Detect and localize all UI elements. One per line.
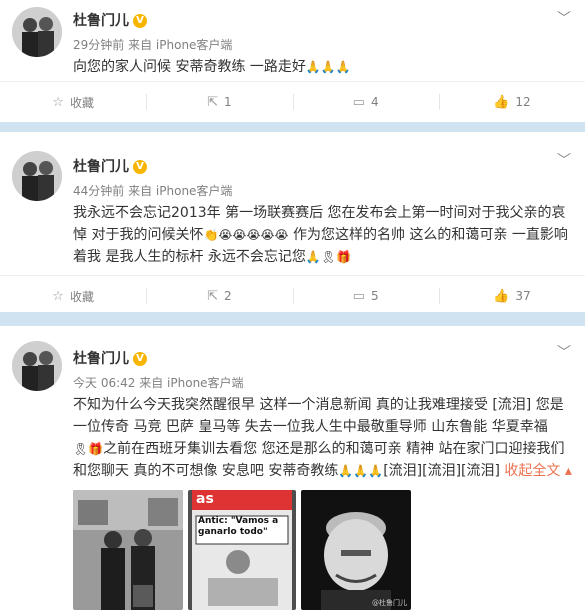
- post-time[interactable]: 29分钟前: [73, 38, 124, 52]
- newspaper-headline: Antic: "Vamos a ganarlo todo": [198, 516, 279, 537]
- repost-icon: ⇱: [207, 288, 218, 304]
- collapse-arrow-icon[interactable]: ▴: [560, 463, 572, 479]
- image-watermark: @杜鲁门儿: [372, 599, 407, 607]
- post-meta: 44分钟前 来自 iPhone客户端: [73, 182, 232, 199]
- avatar[interactable]: [12, 341, 62, 391]
- separator: [0, 122, 585, 132]
- post-source: 来自 iPhone客户端: [139, 376, 244, 390]
- post-image-2[interactable]: as Antic: "Vamos a ganarlo todo": [188, 490, 296, 610]
- verified-icon: V: [133, 352, 147, 366]
- emoji-icons-2: 🙏🎗🎁: [305, 250, 352, 264]
- post-2: 杜鲁门儿 V 44分钟前 来自 iPhone客户端 ﹀ 我永远不会忘记2013年 …: [0, 132, 585, 312]
- like-button[interactable]: 👍 12: [438, 82, 585, 122]
- post-time[interactable]: 44分钟前: [73, 184, 124, 198]
- action-bar: ☆ 收藏 ⇱ 2 ▭ 5 👍 37: [0, 275, 585, 316]
- newspaper-masthead: as: [196, 491, 214, 507]
- post-time[interactable]: 今天 06:42: [73, 376, 135, 390]
- thumbs-up-icon: 👍: [493, 288, 510, 304]
- comment-button[interactable]: ▭ 4: [292, 82, 439, 122]
- emoji-icons: 👏😭😭😭😭😭: [203, 228, 289, 242]
- pray-emoji-icon: 🙏🙏🙏: [305, 60, 351, 74]
- comment-icon: ▭: [352, 288, 365, 304]
- star-icon: ☆: [52, 94, 64, 110]
- author-name[interactable]: 杜鲁门儿 V: [73, 156, 147, 176]
- post-meta: 29分钟前 来自 iPhone客户端: [73, 36, 232, 53]
- post-image-1[interactable]: [73, 490, 183, 610]
- repost-button[interactable]: ⇱ 1: [146, 82, 292, 122]
- verified-icon: V: [133, 160, 147, 174]
- post-1: 杜鲁门儿 V 29分钟前 来自 iPhone客户端 ﹀ 向您的家人问候 安蒂奇教练…: [0, 0, 585, 122]
- verified-icon: V: [133, 14, 147, 28]
- post-image-3[interactable]: @杜鲁门儿: [301, 490, 411, 610]
- chevron-down-icon[interactable]: ﹀: [557, 150, 571, 170]
- thumbs-up-icon: 👍: [493, 94, 510, 110]
- post-text: 不知为什么今天我突然醒很早 这样一个消息新闻 真的让我难理接受 [流泪] 您是一…: [73, 394, 573, 482]
- chevron-down-icon[interactable]: ﹀: [557, 8, 571, 28]
- post-meta: 今天 06:42 来自 iPhone客户端: [73, 374, 244, 391]
- post-text: 我永远不会忘记2013年 第一场联赛赛后 您在发布会上第一时间对于我父亲的哀悼 …: [73, 202, 573, 268]
- comment-button[interactable]: ▭ 5: [292, 276, 439, 316]
- favorite-button[interactable]: ☆ 收藏: [0, 276, 146, 316]
- avatar[interactable]: [12, 151, 62, 201]
- favorite-button[interactable]: ☆ 收藏: [0, 82, 146, 122]
- star-icon: ☆: [52, 288, 64, 304]
- repost-icon: ⇱: [207, 94, 218, 110]
- author-name[interactable]: 杜鲁门儿 V: [73, 10, 147, 30]
- pray-emoji-icon: 🙏🙏🙏: [338, 464, 384, 478]
- chevron-down-icon[interactable]: ﹀: [557, 342, 571, 362]
- repost-button[interactable]: ⇱ 2: [146, 276, 292, 316]
- post-text: 向您的家人问候 安蒂奇教练 一路走好🙏🙏🙏: [73, 56, 573, 78]
- post-source: 来自 iPhone客户端: [128, 38, 233, 52]
- author-name[interactable]: 杜鲁门儿 V: [73, 348, 147, 368]
- collapse-link[interactable]: 收起全文: [504, 463, 560, 479]
- action-bar: ☆ 收藏 ⇱ 1 ▭ 4 👍 12: [0, 81, 585, 122]
- emoji-icons: 🎗🎁: [73, 442, 104, 456]
- post-source: 来自 iPhone客户端: [128, 184, 233, 198]
- like-button[interactable]: 👍 37: [438, 276, 585, 316]
- avatar[interactable]: [12, 7, 62, 57]
- separator: [0, 312, 585, 326]
- comment-icon: ▭: [352, 94, 365, 110]
